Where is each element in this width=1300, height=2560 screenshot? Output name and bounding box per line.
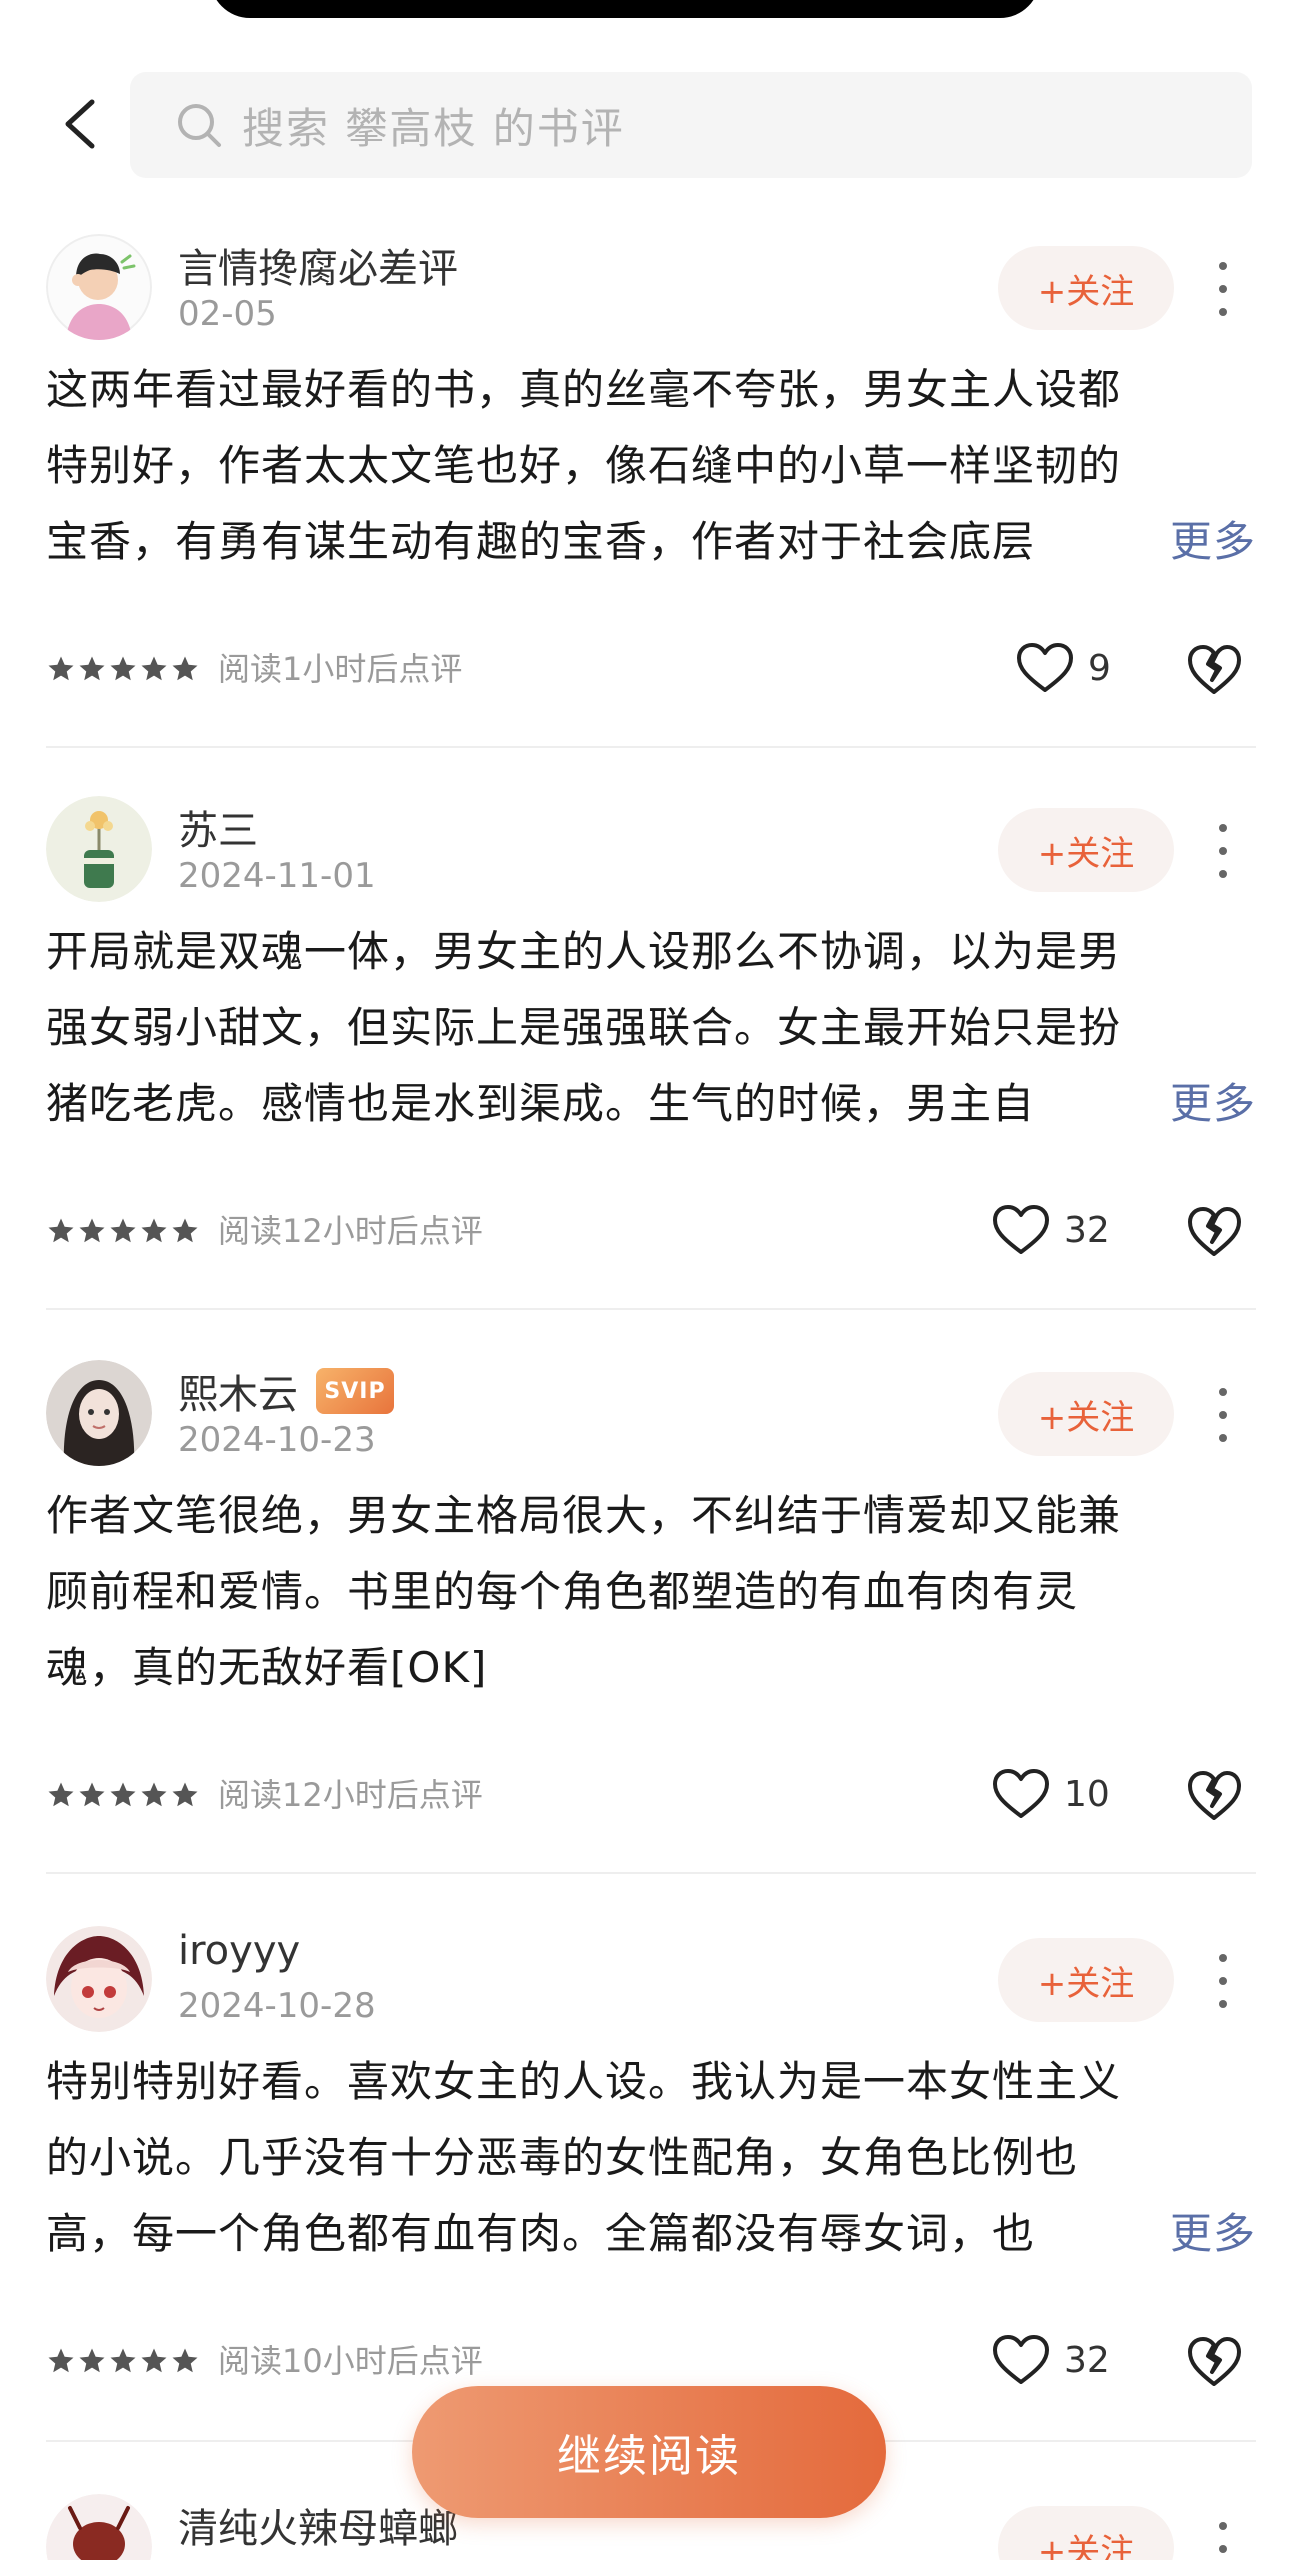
phone-notch	[210, 0, 1040, 18]
more-link[interactable]: 更多	[1079, 2196, 1256, 2272]
star-icon	[172, 656, 198, 681]
more-options-icon[interactable]	[1205, 2514, 1241, 2560]
more-options-icon[interactable]	[1205, 816, 1241, 886]
heart-icon	[1017, 643, 1073, 692]
read-note: 阅读10小时后点评	[218, 2342, 483, 2380]
star-icon	[172, 2348, 198, 2373]
avatar[interactable]	[46, 796, 152, 902]
username[interactable]: 苏三	[178, 798, 258, 856]
like-button[interactable]: 32	[992, 1200, 1110, 1260]
follow-button[interactable]: +关注	[998, 246, 1174, 330]
star-icon	[79, 1218, 105, 1243]
heart-icon	[993, 2335, 1049, 2384]
review-date: 2024-10-23	[178, 1420, 376, 1460]
star-icon	[48, 656, 74, 681]
more-options-icon[interactable]	[1205, 1946, 1241, 2016]
like-count: 32	[1064, 1209, 1110, 1251]
follow-button[interactable]: +关注	[998, 1372, 1174, 1456]
search-input[interactable]: 搜索 攀高枝 的书评	[130, 72, 1252, 178]
star-icon	[48, 2348, 74, 2373]
review-meta: 阅读12小时后点评 32	[46, 1200, 1256, 1260]
read-note: 阅读12小时后点评	[218, 1212, 483, 1250]
avatar[interactable]	[46, 234, 152, 340]
follow-button[interactable]: +关注	[998, 808, 1174, 892]
star-rating	[46, 2346, 201, 2376]
more-options-icon[interactable]	[1205, 1380, 1241, 1450]
heart-icon	[993, 1769, 1049, 1818]
continue-reading-button[interactable]: 继续阅读	[412, 2386, 886, 2518]
username[interactable]: iroyyy	[178, 1928, 300, 1974]
more-link[interactable]: 更多	[1079, 504, 1256, 580]
review-meta: 阅读12小时后点评 10	[46, 1764, 1256, 1824]
username[interactable]: 言情搀腐必差评	[178, 236, 458, 294]
divider	[46, 1308, 1256, 1310]
star-rating	[46, 654, 201, 684]
more-options-icon[interactable]	[1205, 254, 1241, 324]
like-count: 9	[1088, 647, 1111, 689]
star-icon	[141, 1218, 167, 1243]
star-icon	[141, 2348, 167, 2373]
star-icon	[79, 2348, 105, 2373]
star-icon	[48, 1218, 74, 1243]
more-link[interactable]: 更多	[1079, 1066, 1256, 1142]
like-count: 32	[1064, 2339, 1110, 2381]
review-content[interactable]: 特别特别好看。喜欢女主的人设。我认为是一本女性主义 的小说。几乎没有十分恶毒的女…	[46, 2044, 1256, 2272]
review-content[interactable]: 作者文笔很绝，男女主格局很大，不纠结于情爱却又能兼 顾前程和爱情。书里的每个角色…	[46, 1478, 1256, 1706]
read-note: 阅读1小时后点评	[218, 650, 463, 688]
star-rating	[46, 1780, 201, 1810]
broken-heart-icon[interactable]	[1186, 1768, 1242, 1824]
broken-heart-icon[interactable]	[1186, 2334, 1242, 2390]
review-content[interactable]: 这两年看过最好看的书，真的丝毫不夸张，男女主人设都 特别好，作者太太文笔也好，像…	[46, 352, 1256, 580]
star-icon	[110, 2348, 136, 2373]
follow-button[interactable]: +关注	[998, 2506, 1174, 2560]
avatar[interactable]	[46, 1360, 152, 1466]
like-button[interactable]: 9	[1016, 638, 1111, 698]
follow-button[interactable]: +关注	[998, 1938, 1174, 2022]
review-date: 2024-10-28	[178, 1986, 376, 2026]
star-icon	[141, 1782, 167, 1807]
header: 搜索 攀高枝 的书评	[0, 68, 1300, 180]
review-date: 02-05	[178, 294, 277, 334]
star-icon	[110, 1782, 136, 1807]
review-date: 2024-11-01	[178, 856, 376, 896]
username[interactable]: 清纯火辣母蟑螂	[178, 2496, 458, 2554]
divider	[46, 1872, 1256, 1874]
broken-heart-icon[interactable]	[1186, 642, 1242, 698]
broken-heart-icon[interactable]	[1186, 1204, 1242, 1260]
review-meta: 阅读10小时后点评 32	[46, 2330, 1256, 2390]
star-icon	[172, 1218, 198, 1243]
avatar[interactable]	[46, 2494, 152, 2560]
star-icon	[172, 1782, 198, 1807]
search-icon	[174, 100, 224, 150]
review-content[interactable]: 开局就是双魂一体，男女主的人设那么不协调，以为是男 强女弱小甜文，但实际上是强强…	[46, 914, 1256, 1142]
like-button[interactable]: 10	[992, 1764, 1110, 1824]
read-note: 阅读12小时后点评	[218, 1776, 483, 1814]
avatar[interactable]	[46, 1926, 152, 2032]
svip-badge: SVIP	[316, 1368, 394, 1414]
heart-icon	[993, 1205, 1049, 1254]
review-meta: 阅读1小时后点评 9	[46, 638, 1256, 698]
star-icon	[110, 656, 136, 681]
like-button[interactable]: 32	[992, 2330, 1110, 2390]
divider	[46, 746, 1256, 748]
star-icon	[79, 1782, 105, 1807]
like-count: 10	[1064, 1773, 1110, 1815]
back-button[interactable]	[48, 92, 112, 156]
star-rating	[46, 1216, 201, 1246]
chevron-left-icon	[65, 99, 95, 149]
star-icon	[110, 1218, 136, 1243]
search-placeholder: 搜索 攀高枝 的书评	[242, 103, 625, 153]
star-icon	[141, 656, 167, 681]
username[interactable]: 熙木云 SVIP	[178, 1362, 394, 1420]
star-icon	[79, 656, 105, 681]
star-icon	[48, 1782, 74, 1807]
